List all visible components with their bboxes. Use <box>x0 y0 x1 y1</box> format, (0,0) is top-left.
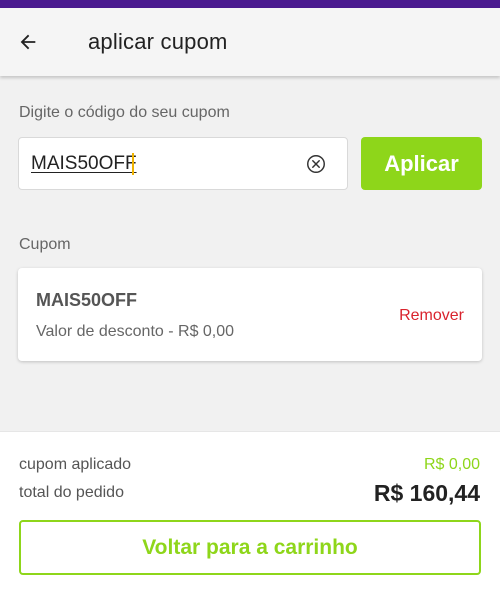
apply-coupon-button[interactable]: Aplicar <box>361 137 482 190</box>
status-bar <box>0 0 500 8</box>
arrow-left-icon <box>20 34 36 50</box>
order-summary-footer: cupom aplicado R$ 0,00 total do pedido R… <box>0 431 500 597</box>
clear-circle-x-icon[interactable] <box>305 153 327 175</box>
app-bar: aplicar cupom <box>0 8 500 76</box>
coupon-prompt-label: Digite o código do seu cupom <box>19 104 230 121</box>
coupon-code-input[interactable] <box>31 152 291 175</box>
text-caret <box>132 153 134 175</box>
order-total-label: total do pedido <box>19 484 124 501</box>
coupon-discount-value: Valor de desconto - R$ 0,00 <box>36 323 235 340</box>
coupon-applied-label: cupom aplicado <box>19 456 132 473</box>
back-to-cart-button[interactable]: Voltar para a carrinho <box>19 520 481 575</box>
applied-coupon-card: MAIS50OFF Valor de desconto - R$ 0,00 Re… <box>18 268 482 361</box>
remove-coupon-button[interactable]: Remover <box>399 307 464 325</box>
applied-coupon-code: MAIS50OFF <box>36 290 138 310</box>
order-total-value: R$ 160,44 <box>373 480 480 506</box>
page-title: aplicar cupom <box>88 29 228 54</box>
coupon-applied-value: R$ 0,00 <box>423 456 480 473</box>
coupon-section-label: Cupom <box>19 236 71 253</box>
coupon-input-container <box>18 137 348 190</box>
back-button[interactable] <box>2 8 54 76</box>
